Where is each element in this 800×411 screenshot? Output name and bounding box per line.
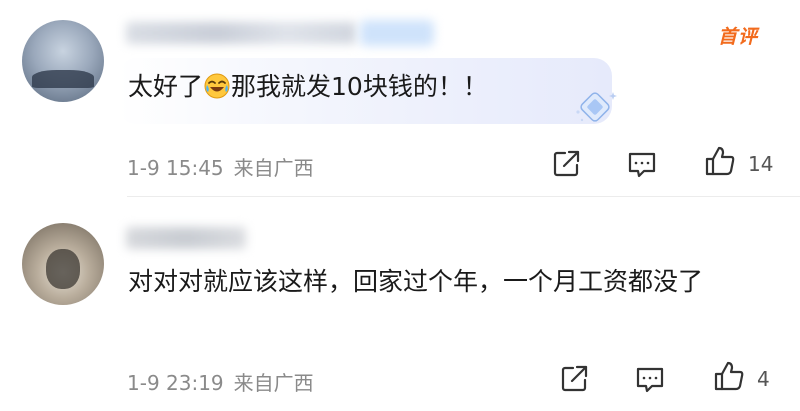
comment-text: 对对对就应该这样，回家过个年，一个月工资都没了	[128, 267, 704, 296]
comment-item: 首评 太好了 那我就发10块钱的！！ 1-9 15:45 来自广西 14	[0, 0, 800, 197]
thumbs-up-icon	[705, 146, 735, 176]
comment-text-part: 那我就发10块钱的！！	[231, 72, 488, 101]
comment-date: 1-9 15:45	[127, 156, 224, 180]
reply-icon	[636, 367, 664, 393]
like-count: 14	[748, 152, 774, 176]
like-button[interactable]	[703, 144, 737, 178]
like-button[interactable]	[712, 359, 746, 393]
share-button[interactable]	[557, 362, 591, 396]
avatar[interactable]	[22, 223, 104, 305]
comment-text: 太好了 那我就发10块钱的！！	[128, 64, 488, 110]
share-button[interactable]	[549, 147, 583, 181]
username-blurred[interactable]	[126, 227, 246, 249]
like-count: 4	[757, 367, 770, 391]
comment-location: 来自广西	[233, 156, 314, 180]
comment-meta: 1-9 23:19 来自广西	[127, 367, 314, 396]
user-badge-blurred	[360, 20, 434, 46]
first-comment-badge: 首评	[717, 26, 758, 48]
diamond-sticker-icon	[576, 92, 617, 122]
reply-button[interactable]	[633, 362, 667, 396]
avatar[interactable]	[22, 20, 104, 102]
username-blurred[interactable]	[126, 22, 356, 44]
comment-location: 来自广西	[233, 371, 314, 395]
comment-text-part: 太好了	[128, 72, 204, 101]
share-icon	[561, 365, 588, 392]
comment-item: 对对对就应该这样，回家过个年，一个月工资都没了 1-9 23:19 来自广西 4	[0, 196, 800, 411]
share-icon	[553, 150, 580, 177]
comment-meta: 1-9 15:45 来自广西	[127, 152, 314, 181]
laughing-crying-emoji-icon	[204, 73, 230, 99]
comment-date: 1-9 23:19	[127, 371, 224, 395]
reply-icon	[628, 152, 656, 178]
thumbs-up-icon	[714, 361, 744, 391]
reply-button[interactable]	[625, 147, 659, 181]
